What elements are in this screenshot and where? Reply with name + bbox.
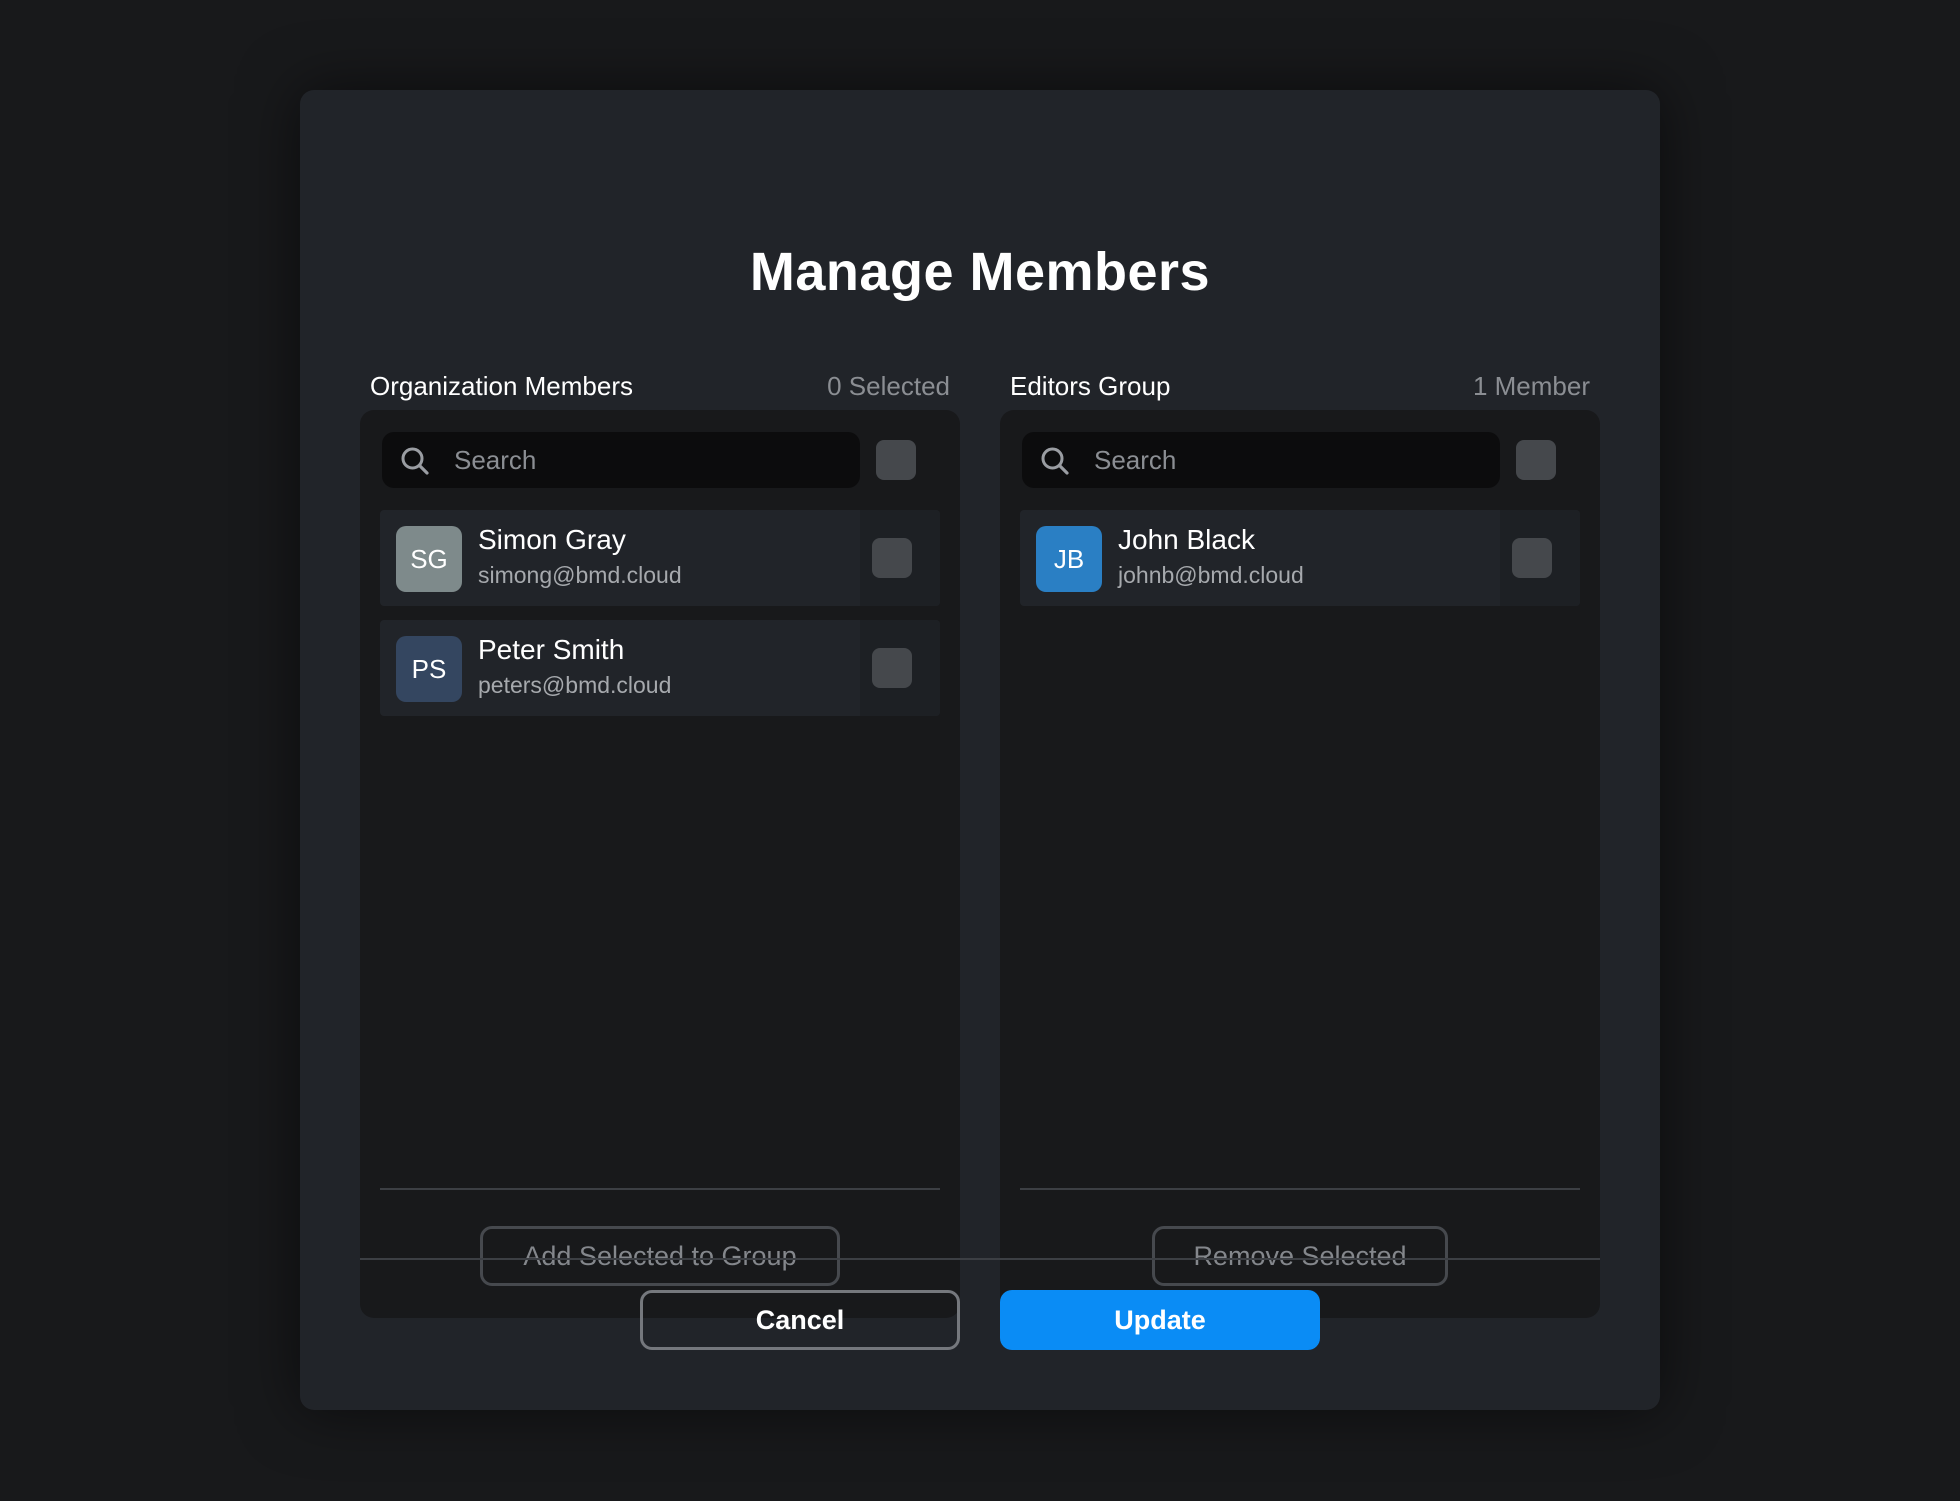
- avatar: JB: [1036, 526, 1102, 592]
- org-panel-header: Organization Members 0 Selected: [370, 366, 950, 406]
- search-icon: [1041, 447, 1069, 475]
- group-panel-divider: [1020, 1188, 1580, 1190]
- org-panel-divider: [380, 1188, 940, 1190]
- org-search-input[interactable]: Search: [382, 432, 860, 488]
- footer-divider: [360, 1258, 1600, 1260]
- member-email: peters@bmd.cloud: [478, 672, 672, 698]
- avatar: PS: [396, 636, 462, 702]
- group-member-count: 1 Member: [1472, 370, 1590, 401]
- org-member-row-peter-smith[interactable]: PS Peter Smith peters@bmd.cloud: [380, 620, 940, 716]
- group-select-all-checkbox[interactable]: [1516, 440, 1556, 480]
- group-panel-title: Editors Group: [1010, 370, 1171, 401]
- org-search-row: Search: [382, 432, 938, 488]
- member-checkbox[interactable]: [872, 538, 912, 578]
- remove-selected-button[interactable]: Remove Selected: [1152, 1226, 1448, 1286]
- search-icon: [401, 447, 429, 475]
- group-member-row-john-black[interactable]: JB John Black johnb@bmd.cloud: [1020, 510, 1580, 606]
- org-search-placeholder: Search: [454, 445, 537, 475]
- member-email: simong@bmd.cloud: [478, 562, 682, 588]
- avatar: SG: [396, 526, 462, 592]
- org-select-all-checkbox[interactable]: [876, 440, 916, 480]
- dialog-title: Manage Members: [749, 242, 1211, 302]
- org-selected-count: 0 Selected: [827, 370, 950, 401]
- group-search-input[interactable]: Search: [1022, 432, 1500, 488]
- group-search-row: Search: [1022, 432, 1578, 488]
- member-check-cell: [860, 620, 940, 716]
- cancel-button[interactable]: Cancel: [640, 1290, 960, 1350]
- member-check-cell: [860, 510, 940, 606]
- update-button[interactable]: Update: [1000, 1290, 1320, 1350]
- group-panel-header: Editors Group 1 Member: [1010, 366, 1590, 406]
- member-check-cell: [1500, 510, 1580, 606]
- org-panel-title: Organization Members: [370, 370, 633, 401]
- member-name: John Black: [1118, 524, 1255, 555]
- group-search-placeholder: Search: [1094, 445, 1177, 475]
- member-email: johnb@bmd.cloud: [1118, 562, 1304, 588]
- member-name: Simon Gray: [478, 524, 626, 555]
- org-members-panel: Search SG Simon Gray simong@bmd.cloud PS…: [360, 410, 960, 1318]
- editors-group-panel: Search JB John Black johnb@bmd.cloud Rem…: [1000, 410, 1600, 1318]
- member-checkbox[interactable]: [1512, 538, 1552, 578]
- manage-members-dialog: Manage Members Organization Members 0 Se…: [300, 90, 1660, 1410]
- add-selected-to-group-button[interactable]: Add Selected to Group: [480, 1226, 840, 1286]
- org-member-row-simon-gray[interactable]: SG Simon Gray simong@bmd.cloud: [380, 510, 940, 606]
- member-checkbox[interactable]: [872, 648, 912, 688]
- member-name: Peter Smith: [478, 634, 625, 665]
